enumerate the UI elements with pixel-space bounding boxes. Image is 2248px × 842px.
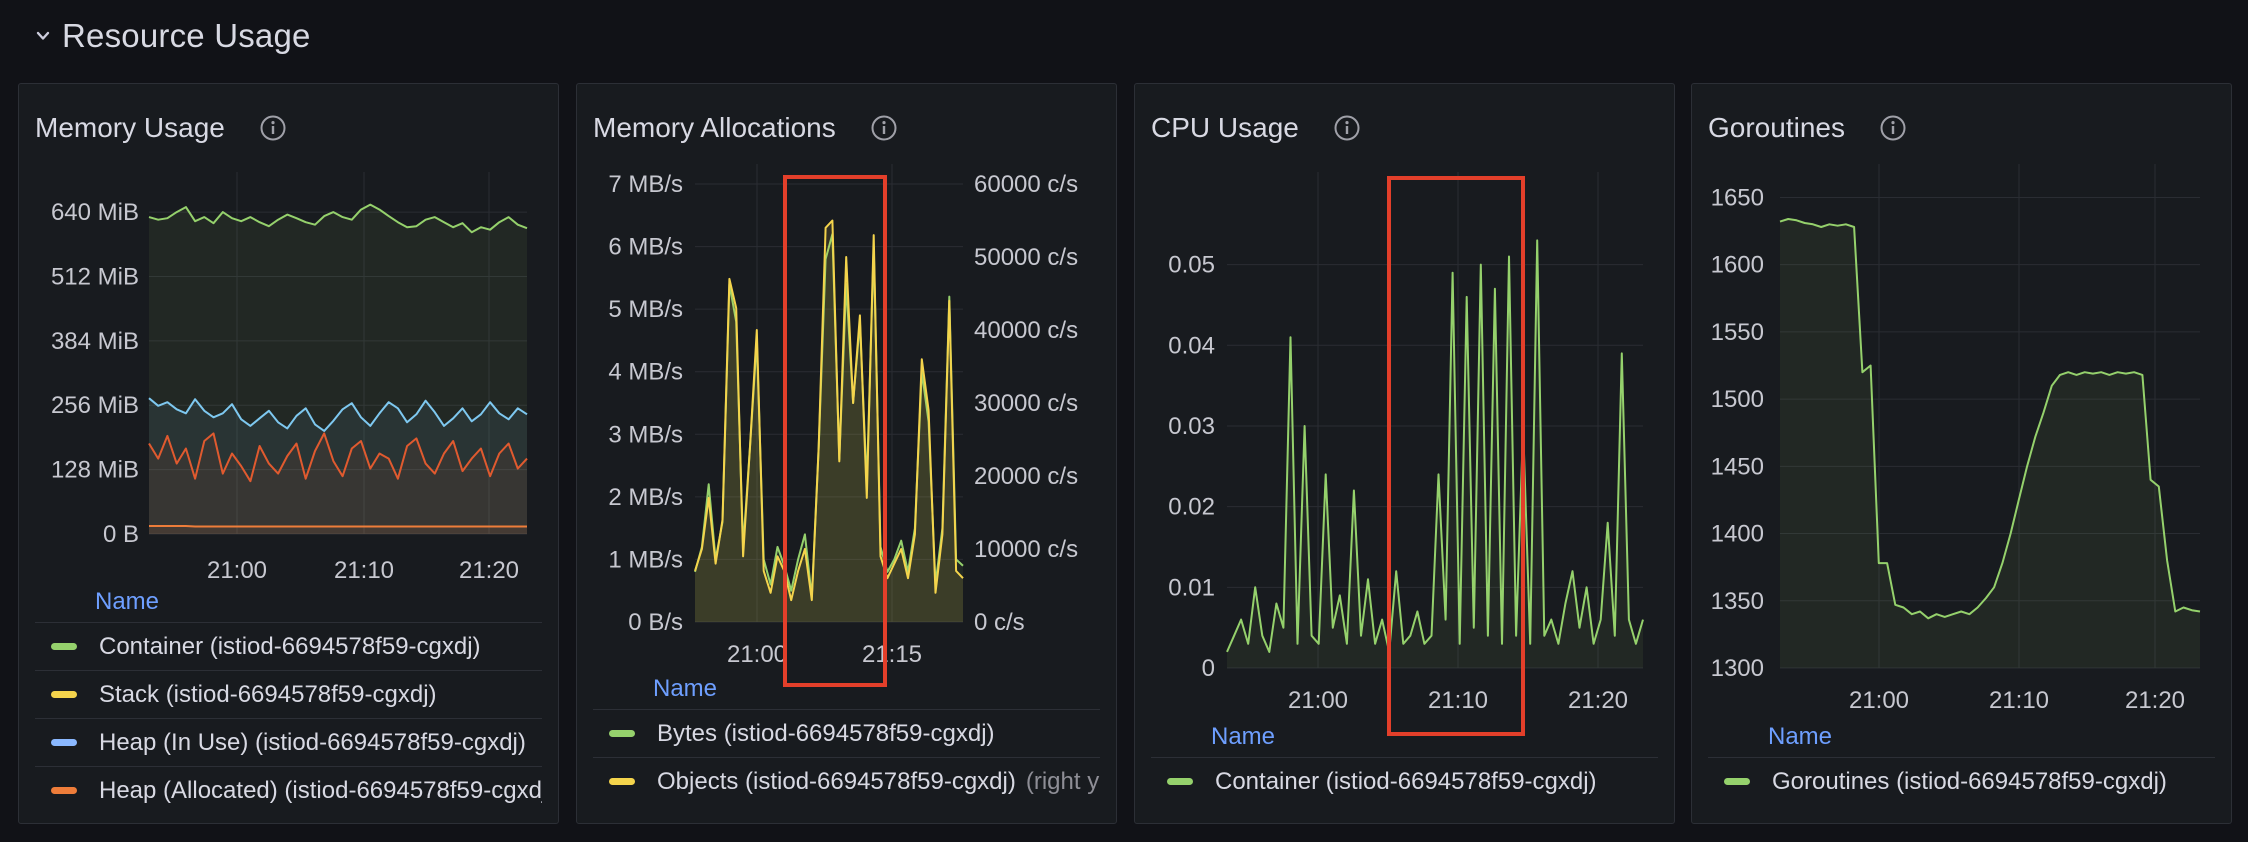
y-tick-label: 1600 [1711, 252, 1764, 279]
y-tick-label-right: 30000 c/s [974, 390, 1078, 417]
legend-label: Stack (istiod-6694578f59-cgxdj) [99, 680, 437, 708]
memory-allocations-chart: 0 B/s 1 MB/s 2 MB/s 3 MB/s 4 MB/s 5 MB/s 6 MB/… [608, 164, 1078, 687]
y-tick-label-right: 20000 c/s [974, 463, 1078, 490]
row-title: Resource Usage [62, 17, 311, 54]
y-tick-label: 1400 [1711, 521, 1764, 548]
y-tick-label: 0.01 [1168, 574, 1215, 601]
row-header[interactable]: Resource Usage [34, 14, 311, 58]
y-tick-label: 1300 [1711, 655, 1764, 682]
y-tick-label-right: 60000 c/s [974, 171, 1078, 198]
y-tick-label-left: 6 MB/s [608, 234, 683, 261]
memory-usage-chart: 0 B 128 MiB 256 MiB 384 MiB 512 MiB 640 MiB 21… [51, 172, 528, 584]
legend-swatch [51, 691, 77, 698]
legend-label: Container (istiod-6694578f59-cgxdj) [1215, 767, 1597, 795]
stack-series-line [149, 525, 527, 528]
y-tick-label-left: 5 MB/s [608, 296, 683, 323]
y-tick-label: 0.02 [1168, 494, 1215, 521]
y-tick-label-left: 2 MB/s [608, 484, 683, 511]
y-tick-label: 0.05 [1168, 252, 1215, 279]
legend-item-bytes[interactable]: Bytes (istiod-6694578f59-cgxdj) [593, 709, 1100, 757]
goroutines-chart: 1300 1350 1400 1450 1500 1550 1600 1650 21:00 21:… [1711, 164, 2201, 714]
legend-label: Objects (istiod-6694578f59-cgxdj) [657, 767, 1016, 795]
legend-header-name[interactable]: Name [1708, 717, 2215, 757]
x-tick-label: 21:20 [2125, 687, 2185, 714]
y-tick-label: 0 B [103, 521, 139, 548]
y-tick-label-left: 4 MB/s [608, 359, 683, 386]
legend: Name Container (istiod-6694578f59-cgxdj)… [35, 582, 542, 814]
legend: Name Bytes (istiod-6694578f59-cgxdj) Obj… [593, 669, 1100, 805]
y-tick-label: 640 MiB [51, 199, 139, 226]
cpu-series-line-area [1227, 240, 1643, 668]
legend: Name Goroutines (istiod-6694578f59-cgxdj… [1708, 717, 2215, 805]
legend-label: Container (istiod-6694578f59-cgxdj) [99, 632, 481, 660]
y-tick-label: 0.04 [1168, 332, 1215, 359]
legend-swatch [51, 643, 77, 650]
y-tick-label: 1450 [1711, 453, 1764, 480]
legend-swatch [51, 787, 77, 794]
cpu-usage-chart: 0 0.01 0.02 0.03 0.04 0.05 21:00 21:10 21:20 [1168, 172, 1644, 736]
legend-label: Heap (Allocated) (istiod-6694578f59-cgxd… [99, 776, 542, 804]
objects-series-line-area [695, 220, 963, 622]
legend: Name Container (istiod-6694578f59-cgxdj) [1151, 717, 1658, 805]
x-tick-label: 21:20 [1568, 687, 1628, 714]
legend-swatch [51, 739, 77, 746]
legend-item-container[interactable]: Container (istiod-6694578f59-cgxdj) [35, 622, 542, 670]
y-tick-label: 1500 [1711, 386, 1764, 413]
legend-header-name[interactable]: Name [1151, 717, 1658, 757]
y-tick-label: 384 MiB [51, 328, 139, 355]
y-tick-label-right: 0 c/s [974, 609, 1025, 636]
y-tick-label: 128 MiB [51, 457, 139, 484]
legend-item-goroutines[interactable]: Goroutines (istiod-6694578f59-cgxdj) [1708, 757, 2215, 805]
legend-swatch [1724, 778, 1750, 785]
legend-swatch [609, 730, 635, 737]
x-tick-label: 21:00 [207, 557, 267, 584]
x-tick-label: 21:20 [459, 557, 519, 584]
panel-cpu-usage[interactable]: CPU Usage 0 0.01 0.02 0.03 0.04 0.05 21:00 21:1… [1134, 83, 1675, 824]
y-tick-label-right: 50000 c/s [974, 244, 1078, 271]
y-tick-label: 256 MiB [51, 392, 139, 419]
legend-item-heap-in-use[interactable]: Heap (In Use) (istiod-6694578f59-cgxdj) [35, 718, 542, 766]
panel-memory-usage[interactable]: Memory Usage 0 B 128 MiB 256 MiB 384 MiB 512… [18, 83, 559, 824]
y-tick-label-left: 7 MB/s [608, 171, 683, 198]
y-tick-label-right: 10000 c/s [974, 536, 1078, 563]
x-tick-label: 21:00 [1288, 687, 1348, 714]
x-tick-label: 21:00 [1849, 687, 1909, 714]
x-tick-label: 21:00 [727, 641, 787, 668]
legend-label: Heap (In Use) (istiod-6694578f59-cgxdj) [99, 728, 526, 756]
legend-header-name[interactable]: Name [35, 582, 542, 622]
y-tick-label: 512 MiB [51, 263, 139, 290]
panel-memory-allocations[interactable]: Memory Allocations 0 B/s 1 MB/s 2 MB/s 3 MB… [576, 83, 1117, 824]
legend-item-container[interactable]: Container (istiod-6694578f59-cgxdj) [1151, 757, 1658, 805]
y-tick-label-left: 1 MB/s [608, 546, 683, 573]
legend-axis-note: (right y-axis) [1025, 767, 1100, 795]
legend-label: Bytes (istiod-6694578f59-cgxdj) [657, 719, 995, 747]
panel-goroutines[interactable]: Goroutines 1300 1350 1400 1450 1500 1550 1600 1… [1691, 83, 2232, 824]
y-tick-label: 1350 [1711, 588, 1764, 615]
legend-header-name[interactable]: Name [593, 669, 1100, 709]
x-tick-label: 21:15 [862, 641, 922, 668]
y-tick-label: 1650 [1711, 184, 1764, 211]
y-tick-label: 1550 [1711, 319, 1764, 346]
legend-item-heap-allocated[interactable]: Heap (Allocated) (istiod-6694578f59-cgxd… [35, 766, 542, 814]
y-tick-label-left: 0 B/s [628, 609, 683, 636]
y-tick-label-right: 40000 c/s [974, 317, 1078, 344]
y-tick-label-left: 3 MB/s [608, 421, 683, 448]
y-tick-label: 0 [1202, 655, 1215, 682]
legend-item-objects[interactable]: Objects (istiod-6694578f59-cgxdj) (right … [593, 757, 1100, 805]
legend-label: Goroutines (istiod-6694578f59-cgxdj) [1772, 767, 2167, 795]
legend-swatch [609, 778, 635, 785]
goroutines-series-line-area [1780, 219, 2200, 668]
x-tick-label: 21:10 [334, 557, 394, 584]
legend-swatch [1167, 778, 1193, 785]
y-tick-label: 0.03 [1168, 413, 1215, 440]
x-tick-label: 21:10 [1428, 687, 1488, 714]
legend-item-stack[interactable]: Stack (istiod-6694578f59-cgxdj) [35, 670, 542, 718]
x-tick-label: 21:10 [1989, 687, 2049, 714]
chevron-down-icon[interactable] [34, 27, 52, 45]
